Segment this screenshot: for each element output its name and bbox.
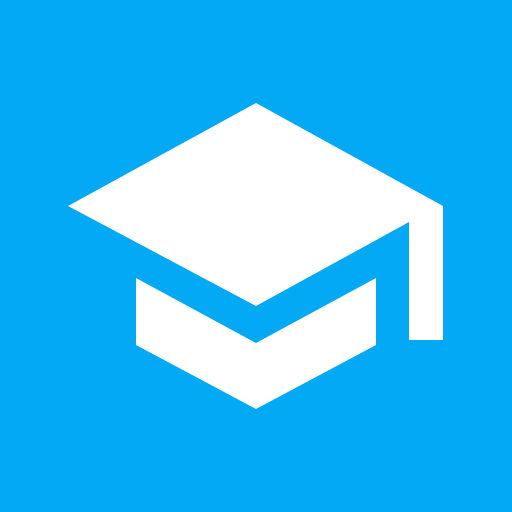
graduation-cap-icon	[68, 103, 443, 409]
app-icon-tile	[0, 0, 512, 512]
cap-board-shape	[68, 103, 443, 340]
